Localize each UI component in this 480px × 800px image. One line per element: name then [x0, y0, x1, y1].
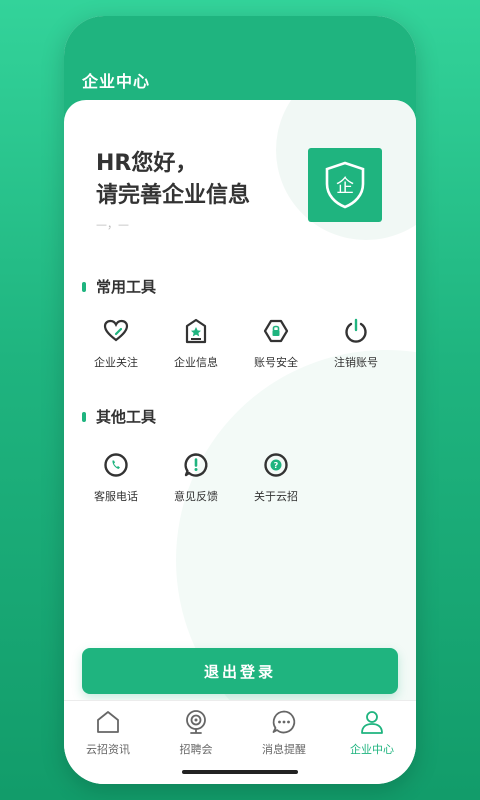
tool-company-follow[interactable]: 企业关注	[76, 318, 156, 370]
greeting-text: HR您好， 请完善企业信息	[96, 148, 250, 212]
common-tools-grid: 企业关注 企业信息 账号安全 注销账号	[76, 318, 404, 370]
phone-icon	[103, 452, 129, 478]
greeting-line-1: HR您好，	[96, 151, 198, 176]
home-indicator	[182, 770, 298, 774]
tool-company-info[interactable]: 企业信息	[156, 318, 236, 370]
power-icon	[343, 318, 369, 344]
section-common-tools: 常用工具	[82, 276, 156, 297]
logout-button[interactable]: 退出登录	[82, 648, 398, 694]
home-icon	[95, 709, 121, 735]
question-icon: ?	[263, 452, 289, 478]
tab-company-center[interactable]: 企业中心	[328, 701, 416, 784]
chat-icon	[271, 709, 297, 735]
section-other-tools: 其他工具	[82, 406, 156, 427]
greeting-line-2: 请完善企业信息	[96, 183, 251, 208]
user-icon	[359, 709, 385, 735]
company-shield-icon: 企	[325, 161, 365, 209]
tool-feedback[interactable]: 意见反馈	[156, 452, 236, 504]
page-title: 企业中心	[82, 72, 151, 91]
exclamation-icon	[183, 452, 209, 478]
company-logo[interactable]: 企	[308, 148, 382, 222]
tool-customer-service[interactable]: 客服电话	[76, 452, 156, 504]
other-tools-grid: 客服电话 意见反馈 ? 关于云招	[76, 452, 404, 504]
svg-text:?: ?	[274, 461, 279, 470]
tool-cancel-account[interactable]: 注销账号	[316, 318, 396, 370]
tool-about[interactable]: ? 关于云招	[236, 452, 316, 504]
tool-account-security[interactable]: 账号安全	[236, 318, 316, 370]
heart-icon	[103, 318, 129, 344]
content-card: HR您好， 请完善企业信息 —，— 企 常用工具 企业关注 企业信息 账号安全 …	[64, 100, 416, 700]
phone-screen: 企业中心 HR您好， 请完善企业信息 —，— 企 常用工具 企业关注 企业信息 …	[64, 16, 416, 784]
company-info-icon	[183, 318, 209, 344]
svg-text:企: 企	[336, 176, 354, 197]
greeting-subtitle: —，—	[96, 218, 129, 231]
tab-news[interactable]: 云招资讯	[64, 701, 152, 784]
lock-icon	[263, 318, 289, 344]
camera-icon	[183, 709, 209, 735]
